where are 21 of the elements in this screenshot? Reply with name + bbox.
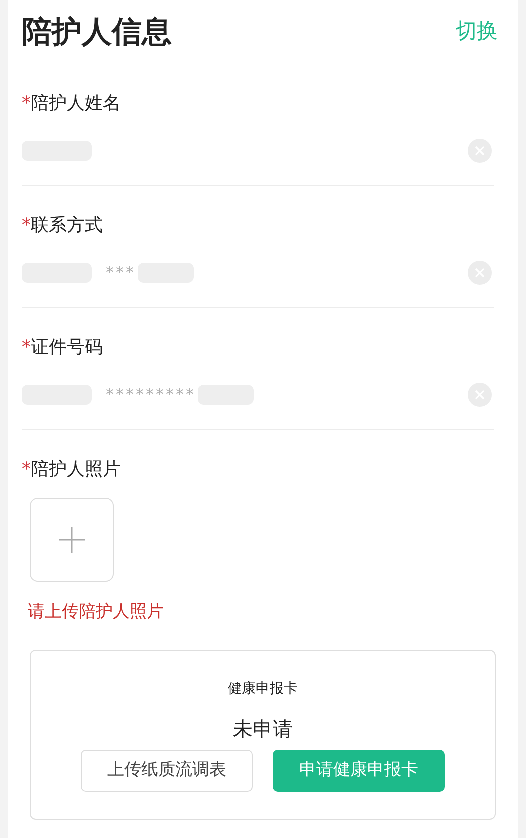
page-title: 陪护人信息: [22, 14, 172, 52]
field-label: 陪护人照片: [31, 458, 121, 482]
field-label: 证件号码: [31, 336, 103, 360]
required-asterisk: *: [22, 92, 31, 116]
card-title: 健康申报卡: [228, 680, 298, 698]
upload-button[interactable]: 上传纸质流调表: [81, 750, 253, 792]
field-value: *********: [106, 384, 196, 406]
switch-link[interactable]: 切换: [456, 16, 498, 48]
plus-icon: [59, 527, 85, 553]
field-label: 陪护人姓名: [31, 92, 121, 116]
photo-upload-button[interactable]: [30, 498, 114, 582]
required-asterisk: *: [22, 336, 31, 360]
field-label: 联系方式: [31, 214, 103, 238]
status-text: 未申请: [233, 716, 293, 742]
required-asterisk: *: [22, 458, 31, 482]
field-value: ***: [106, 262, 136, 284]
apply-button[interactable]: 申请健康申报卡: [273, 750, 445, 792]
input-field[interactable]: *********: [22, 374, 468, 414]
required-asterisk: *: [22, 214, 31, 238]
error-message: 请上传陪护人照片: [28, 601, 164, 624]
input-field[interactable]: ***: [22, 252, 468, 292]
